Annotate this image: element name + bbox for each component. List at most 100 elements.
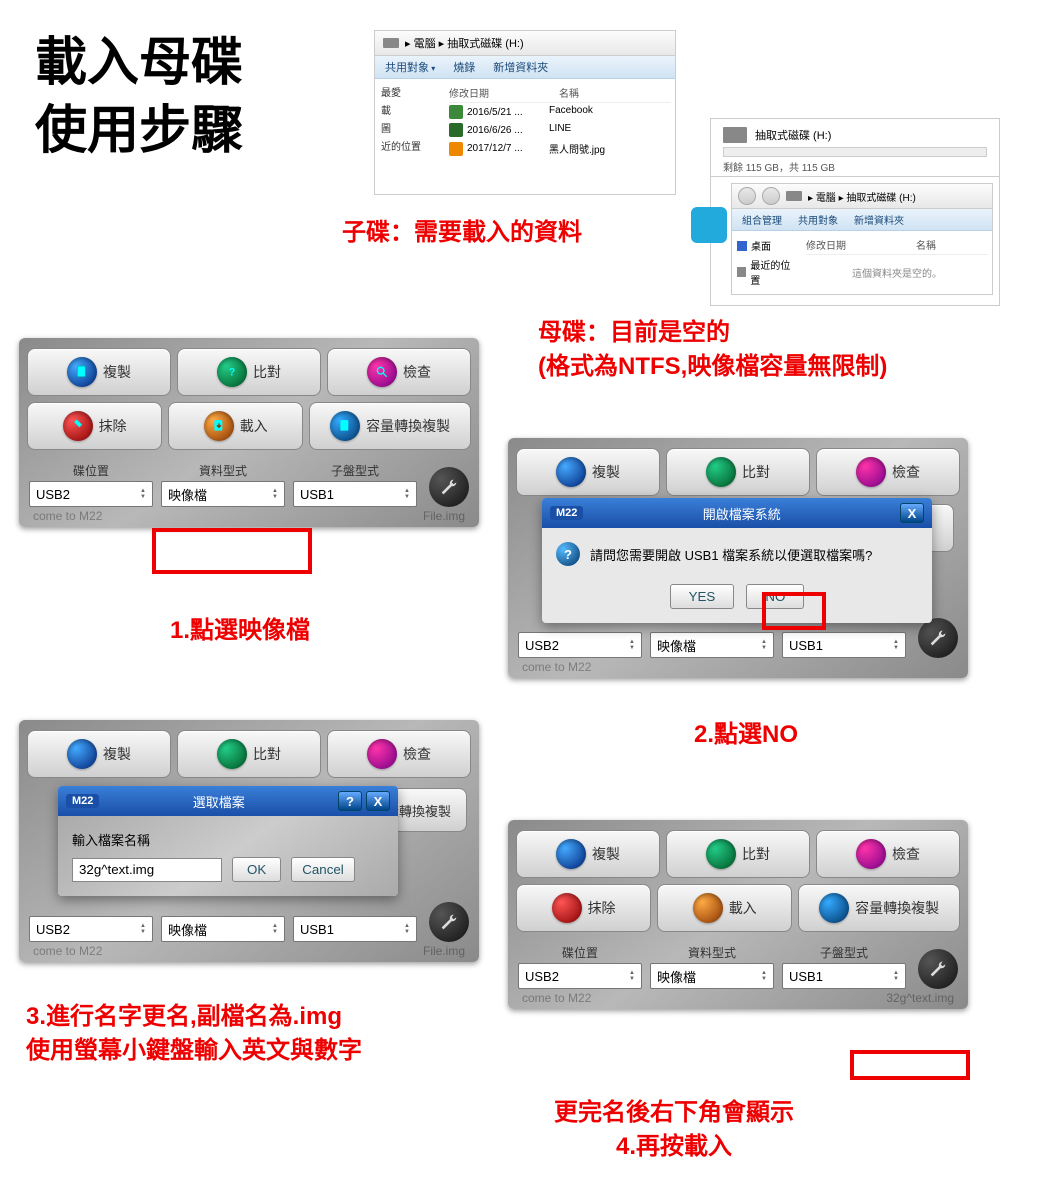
compare-icon (217, 739, 247, 769)
subformat-label: 子盤型式 (782, 944, 906, 961)
check-button[interactable]: 檢查 (327, 730, 471, 778)
file-icon (449, 123, 463, 137)
toolbar-burn[interactable]: 燒錄 (453, 59, 475, 75)
settings-button[interactable] (429, 467, 469, 507)
dataformat-select[interactable]: 映像檔▲▼ (650, 632, 774, 658)
toolbar-share[interactable]: 共用對象 (798, 212, 838, 227)
step1-caption: 1.點選映像檔 (170, 610, 310, 645)
m22-panel-4: 複製 比對 檢查 抹除 載入 容量轉換複製 碟位置 USB2▲▼ 資料型式 映像… (508, 820, 968, 1009)
explorer-toolbar: 共用對象 燒錄 新增資料夾 (375, 56, 675, 79)
erase-button[interactable]: 抹除 (516, 884, 651, 932)
compare-button[interactable]: 比對 (177, 730, 321, 778)
forward-button[interactable] (762, 187, 780, 205)
list-item[interactable]: 2017/12/7 ...黑人問號.jpg (449, 139, 671, 158)
highlight-filename (850, 1050, 970, 1080)
close-button[interactable]: X (900, 503, 924, 523)
explorer-window-source: ▸ 電腦 ▸ 抽取式磁碟 (H:) 共用對象 燒錄 新增資料夾 最愛 載 圖 近… (374, 30, 676, 195)
dataformat-select[interactable]: 映像檔▲▼ (161, 481, 285, 507)
convert-icon (330, 411, 360, 441)
list-item[interactable]: 2016/5/21 ...Facebook (449, 103, 671, 121)
select-file-dialog: M22 選取檔案 ? X 輸入檔案名稱 OK Cancel (58, 786, 398, 896)
copy-button[interactable]: 複製 (516, 830, 660, 878)
check-button[interactable]: 檢查 (327, 348, 471, 396)
compare-button[interactable]: ?比對 (177, 348, 321, 396)
close-button[interactable]: X (366, 791, 390, 811)
dialog-title: 選取檔案 (193, 792, 245, 811)
caption-source: 子碟：需要載入的資料 (342, 216, 582, 250)
erase-icon (63, 411, 93, 441)
erase-button[interactable]: 抹除 (27, 402, 162, 450)
ok-button[interactable]: OK (232, 857, 281, 882)
copy-button[interactable]: 複製 (27, 730, 171, 778)
diskpos-select[interactable]: USB2▲▼ (29, 481, 153, 507)
address-bar[interactable]: ▸ 電腦 ▸ 抽取式磁碟 (H:) (732, 184, 992, 209)
help-button[interactable]: ? (338, 791, 362, 811)
input-label: 輸入檔案名稱 (72, 830, 384, 849)
subformat-select[interactable]: USB1▲▼ (782, 632, 906, 658)
toolbar-newfolder[interactable]: 新增資料夾 (854, 212, 904, 227)
cancel-button[interactable]: Cancel (291, 857, 355, 882)
explorer-sidebar: 桌面 最近的位置 (732, 231, 802, 294)
copy-button[interactable]: 複製 (27, 348, 171, 396)
toolbar-newfolder[interactable]: 新增資料夾 (493, 59, 548, 75)
diskpos-select[interactable]: USB2▲▼ (518, 963, 642, 989)
settings-button[interactable] (918, 949, 958, 989)
copy-icon (67, 739, 97, 769)
check-button[interactable]: 檢查 (816, 830, 960, 878)
diskpos-select[interactable]: USB2▲▼ (29, 916, 153, 942)
subformat-label: 子盤型式 (293, 462, 417, 479)
filename-input[interactable] (72, 858, 222, 882)
dataformat-select[interactable]: 映像檔▲▼ (650, 963, 774, 989)
check-icon (367, 357, 397, 387)
compare-button[interactable]: 比對 (666, 448, 810, 496)
copy-icon (67, 357, 97, 387)
dialog-title: 開啟檔案系統 (703, 504, 781, 523)
drive-icon (786, 191, 802, 201)
dialog-tag: M22 (66, 794, 99, 808)
load-button[interactable]: 載入 (168, 402, 303, 450)
dataformat-label: 資料型式 (161, 462, 285, 479)
yes-button[interactable]: YES (670, 584, 735, 609)
drive-icon (383, 38, 399, 48)
diskpos-select[interactable]: USB2▲▼ (518, 632, 642, 658)
explorer-toolbar: 組合管理 共用對象 新增資料夾 (732, 209, 992, 231)
svg-text:?: ? (229, 366, 236, 378)
load-icon (693, 893, 723, 923)
copy-button[interactable]: 複製 (516, 448, 660, 496)
load-icon (204, 411, 234, 441)
dataformat-select[interactable]: 映像檔▲▼ (161, 916, 285, 942)
file-icon (449, 105, 463, 119)
compare-button[interactable]: 比對 (666, 830, 810, 878)
open-filesystem-dialog: M22 開啟檔案系統 X ? 請問您需要開啟 USB1 檔案系統以便選取檔案嗎?… (542, 498, 932, 623)
convert-button[interactable]: 容量轉換複製 (798, 884, 960, 932)
subformat-select[interactable]: USB1▲▼ (293, 916, 417, 942)
copy-icon (556, 839, 586, 869)
settings-button[interactable] (429, 902, 469, 942)
dialog-tag: M22 (550, 506, 583, 520)
file-icon (449, 142, 463, 156)
subformat-select[interactable]: USB1▲▼ (293, 481, 417, 507)
back-button[interactable] (738, 187, 756, 205)
check-button[interactable]: 檢查 (816, 448, 960, 496)
app-icon (691, 207, 727, 243)
caption-target: 母碟：目前是空的(格式為NTFS,映像檔容量無限制) (538, 316, 887, 383)
convert-button[interactable]: 容量轉換複製 (309, 402, 471, 450)
check-icon (367, 739, 397, 769)
toolbar-organize[interactable]: 組合管理 (742, 212, 782, 227)
page-title: 載入母碟使用步驟 (35, 30, 243, 165)
address-bar[interactable]: ▸ 電腦 ▸ 抽取式磁碟 (H:) (375, 31, 675, 56)
load-button[interactable]: 載入 (657, 884, 792, 932)
list-item[interactable]: 2016/6/26 ...LINE (449, 121, 671, 139)
toolbar-share[interactable]: 共用對象 (385, 59, 435, 75)
step2-caption: 2.點選NO (694, 714, 798, 749)
m22-panel-1: 複製 ?比對 檢查 抹除 載入 容量轉換複製 碟位置 USB2▲▼ 資料型式 映… (19, 338, 479, 527)
copy-icon (556, 457, 586, 487)
step4-caption: 更完名後右下角會顯示 4.再按載入 (554, 1096, 794, 1163)
diskpos-label: 碟位置 (518, 944, 642, 961)
desktop-icon (737, 241, 747, 251)
subformat-select[interactable]: USB1▲▼ (782, 963, 906, 989)
settings-button[interactable] (918, 618, 958, 658)
compare-icon (706, 839, 736, 869)
drive-icon (723, 127, 747, 143)
step3-caption: 3.進行名字更名,副檔名為.img使用螢幕小鍵盤輸入英文與數字 (26, 1000, 362, 1067)
